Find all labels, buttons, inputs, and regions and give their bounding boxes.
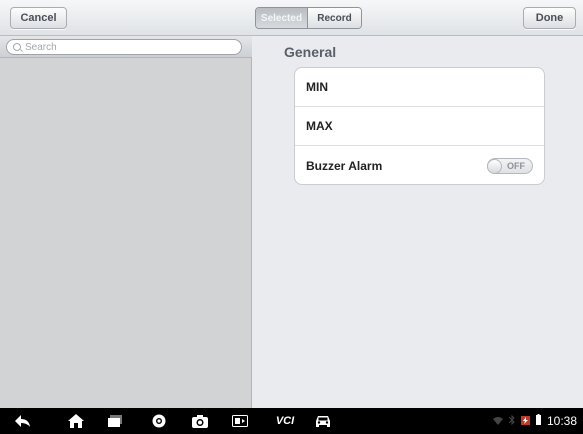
back-icon[interactable] [14,414,32,428]
setting-label: Buzzer Alarm [306,158,383,173]
done-button[interactable]: Done [523,7,576,29]
buzzer-alarm-toggle[interactable]: OFF [487,158,533,174]
setting-row-max[interactable]: MAX [295,107,544,146]
wifi-icon [492,416,503,427]
battery-icon [535,414,541,428]
browser-icon[interactable] [150,414,168,428]
vci-icon[interactable]: VCI [274,414,296,428]
segment-selected[interactable]: Selected [256,8,308,28]
left-list-pane: Search [0,36,252,408]
search-input[interactable]: Search [6,39,242,55]
view-segmented-control: Selected Record [255,7,362,29]
camera-icon[interactable] [191,414,209,428]
setting-row-buzzer-alarm: Buzzer Alarm OFF [295,146,544,185]
recent-apps-icon[interactable] [106,414,124,428]
setting-label: MAX [306,119,333,133]
system-navigation-bar: VCI 10:38 [0,408,583,434]
segment-record[interactable]: Record [308,8,361,28]
top-toolbar: Cancel Selected Record Done [0,0,583,36]
clock: 10:38 [546,414,577,428]
bluetooth-icon [508,414,515,427]
setting-label: MIN [306,80,328,94]
car-icon[interactable] [314,414,332,428]
home-icon[interactable] [67,414,85,428]
status-area: 10:38 [492,414,577,428]
toggle-state-label: OFF [507,161,525,171]
search-icon [13,43,21,51]
settings-group: MIN MAX Buzzer Alarm OFF [294,67,545,185]
settings-pane: General MIN MAX Buzzer Alarm OFF [253,36,583,408]
cancel-button[interactable]: Cancel [10,7,67,29]
setting-row-min[interactable]: MIN [295,68,544,107]
toggle-knob [487,158,502,174]
search-placeholder: Search [25,41,57,53]
charging-icon [520,414,530,428]
search-bar: Search [0,36,252,58]
section-title: General [284,44,337,60]
screen-capture-icon[interactable] [231,414,249,428]
